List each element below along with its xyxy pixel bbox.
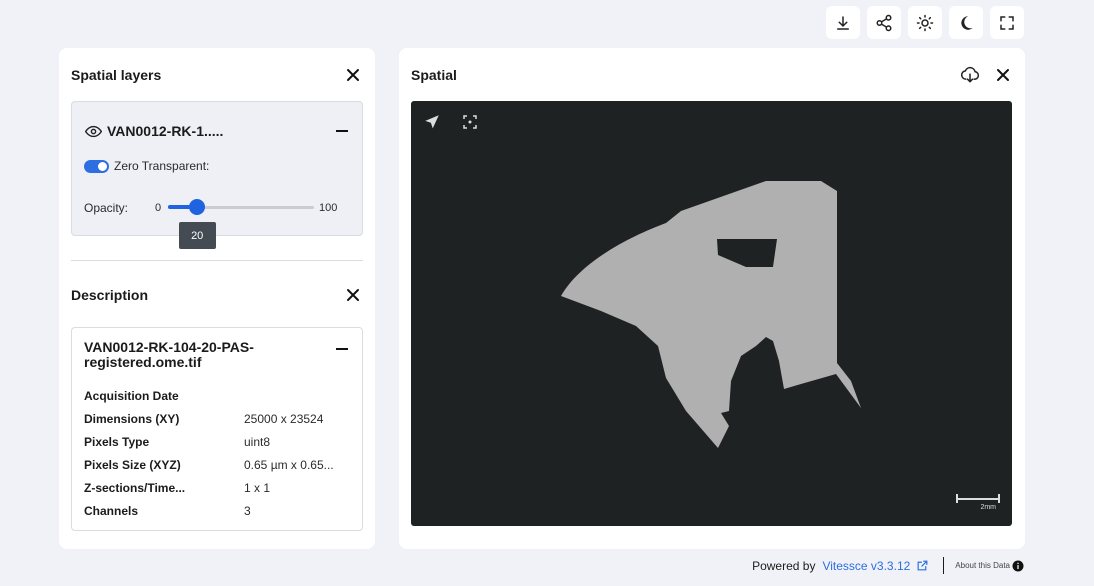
cloud-download-button[interactable] [959, 65, 981, 85]
powered-by-text: Powered by [752, 558, 816, 573]
zero-transparent-label: Zero Transparent: [114, 159, 210, 173]
footer: Powered by Vitessce v3.3.12 About this D… [752, 557, 1024, 574]
scale-bar: 2mm [956, 494, 1000, 514]
opacity-label: Opacity: [84, 201, 129, 215]
scale-tick-left [956, 494, 958, 503]
description-value: 0.65 µm x 0.65... [244, 458, 334, 472]
scale-label: 2mm [980, 504, 996, 511]
spatial-panel: Spatial 2mm [399, 48, 1025, 549]
description-value: 1 x 1 [244, 481, 271, 495]
description-key: Z-sections/Time... [84, 481, 186, 495]
close-layers-button[interactable] [344, 66, 362, 84]
opacity-min: 0 [155, 202, 162, 214]
light-theme-button[interactable] [908, 6, 942, 39]
close-spatial-button[interactable] [994, 66, 1012, 84]
opacity-slider-thumb[interactable] [189, 199, 206, 215]
scale-tick-right [998, 494, 1000, 503]
tissue-image [561, 181, 861, 448]
close-icon [347, 289, 359, 301]
footer-divider [943, 557, 945, 574]
description-card: VAN0012-RK-104-20-PAS-registered.ome.tif… [71, 327, 363, 531]
description-key: Channels [84, 504, 139, 518]
zero-transparent-toggle[interactable] [84, 160, 109, 173]
vitessce-version-link[interactable]: Vitessce v3.3.12 [822, 559, 910, 573]
download-button[interactable] [826, 6, 860, 39]
download-icon [837, 15, 849, 30]
description-value: 25000 x 23524 [244, 412, 324, 426]
moon-icon [961, 15, 973, 30]
layer-name: VAN0012-RK-1..... [107, 123, 224, 139]
opacity-max: 100 [319, 202, 338, 214]
panel-divider [71, 260, 363, 261]
description-file-name: VAN0012-RK-104-20-PAS-registered.ome.tif [84, 339, 254, 370]
close-icon [347, 69, 359, 81]
layer-card: VAN0012-RK-1..... Zero Transparent: Opac… [71, 101, 363, 249]
description-title: Description [71, 287, 149, 303]
close-description-button[interactable] [344, 286, 362, 304]
share-button[interactable] [867, 6, 901, 39]
collapse-description-icon[interactable] [335, 342, 349, 356]
description-value: uint8 [244, 435, 271, 449]
description-key: Pixels Type [84, 435, 150, 449]
info-icon[interactable] [1012, 560, 1024, 572]
cloud-download-icon [960, 66, 980, 83]
dark-theme-button[interactable] [949, 6, 983, 39]
eye-icon[interactable] [85, 123, 102, 140]
scale-line [956, 498, 1000, 500]
layers-panel-title: Spatial layers [71, 67, 162, 83]
description-key: Acquisition Date [84, 389, 179, 403]
external-link-icon[interactable] [916, 559, 929, 572]
fullscreen-icon [1000, 15, 1014, 30]
layers-panel: Spatial layers VAN0012-RK-1..... Zero Tr… [59, 48, 375, 549]
share-icon [876, 14, 892, 31]
description-key: Dimensions (XY) [84, 412, 180, 426]
collapse-layer-icon[interactable] [335, 124, 349, 138]
top-toolbar [826, 6, 1024, 39]
description-value: 3 [244, 504, 251, 518]
spatial-viewer[interactable]: 2mm [411, 101, 1012, 526]
sun-icon [916, 14, 934, 31]
about-data-link[interactable]: About this Data [955, 561, 1010, 570]
close-icon [997, 69, 1009, 81]
opacity-tooltip: 20 [178, 222, 216, 249]
fullscreen-button[interactable] [990, 6, 1024, 39]
description-key: Pixels Size (XYZ) [84, 458, 181, 472]
spatial-panel-title: Spatial [411, 67, 457, 83]
